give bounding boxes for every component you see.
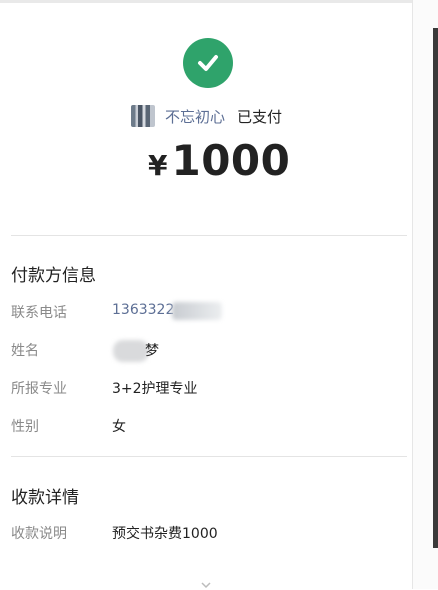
divider xyxy=(11,456,407,457)
payer-info-title: 付款方信息 xyxy=(11,266,96,286)
amount-value: 1000 xyxy=(171,136,291,185)
payment-note-value: 预交书杂费1000 xyxy=(112,526,218,542)
major-label: 所报专业 xyxy=(11,381,67,397)
payer-row: 不忘初心 已支付 xyxy=(131,104,282,128)
gender-label: 性别 xyxy=(11,419,39,435)
payer-name[interactable]: 不忘初心 xyxy=(165,106,225,127)
payment-status: 已支付 xyxy=(237,107,283,126)
name-label: 姓名 xyxy=(11,343,39,359)
window-border xyxy=(433,28,438,548)
gender-value: 女 xyxy=(112,419,126,435)
major-value: 3+2护理专业 xyxy=(112,381,198,397)
payer-avatar xyxy=(131,105,155,127)
phone-value[interactable]: 1363322 xyxy=(112,302,174,318)
phone-label: 联系电话 xyxy=(11,305,67,321)
background-window-edge xyxy=(412,0,438,589)
payment-note-label: 收款说明 xyxy=(11,526,67,542)
payment-amount: ¥ 1000 xyxy=(148,136,290,185)
check-circle-icon xyxy=(183,38,233,88)
redaction-blur xyxy=(172,302,222,320)
checkmark-icon xyxy=(198,55,218,71)
payment-details-title: 收款详情 xyxy=(11,488,79,508)
redaction-blur xyxy=(113,340,149,362)
payment-success-page: 不忘初心 已支付 ¥ 1000 付款方信息 联系电话 1363322 姓名 梦 … xyxy=(0,0,412,589)
top-strip xyxy=(0,0,412,3)
currency-symbol: ¥ xyxy=(148,149,168,182)
divider xyxy=(11,235,407,236)
name-value: 梦 xyxy=(145,343,159,359)
